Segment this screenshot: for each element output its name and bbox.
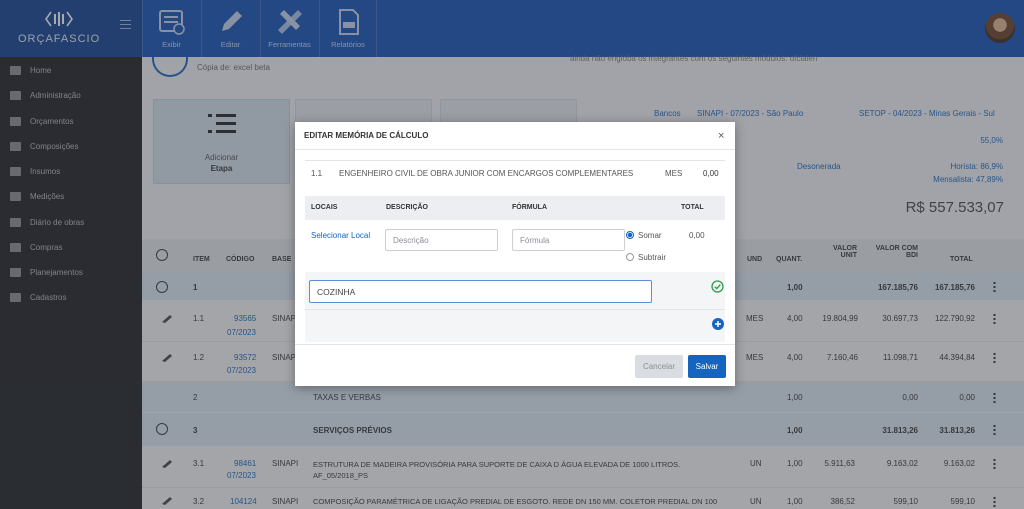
- row-total-value: 0,00: [689, 231, 705, 240]
- col-locais: LOCAIS: [311, 204, 338, 211]
- col-descricao: DESCRIÇÃO: [386, 204, 429, 211]
- description-input[interactable]: [385, 229, 498, 251]
- add-row-icon[interactable]: [712, 318, 724, 330]
- divider: [295, 344, 735, 345]
- radio-somar[interactable]: [626, 231, 634, 239]
- save-button[interactable]: Salvar: [688, 355, 726, 378]
- item-value: 0,00: [703, 169, 719, 178]
- calc-memory-modal: EDITAR MEMÓRIA DE CÁLCULO × 1.1 ENGENHEI…: [295, 122, 735, 386]
- item-number: 1.1: [311, 169, 323, 178]
- select-local-link[interactable]: Selecionar Local: [311, 231, 370, 240]
- divider: [305, 309, 725, 310]
- item-unit: MES: [665, 169, 683, 178]
- close-icon[interactable]: ×: [718, 130, 724, 142]
- confirm-check-icon[interactable]: [711, 280, 724, 293]
- radio-subtrair[interactable]: [626, 253, 634, 261]
- modal-title: EDITAR MEMÓRIA DE CÁLCULO: [304, 131, 429, 140]
- col-formula: FÓRMULA: [512, 204, 547, 211]
- formula-input[interactable]: [512, 229, 625, 251]
- divider: [305, 160, 725, 161]
- local-name-input[interactable]: [309, 280, 652, 303]
- divider: [295, 149, 735, 150]
- somar-label: Somar: [638, 231, 662, 240]
- col-total: TOTAL: [681, 204, 704, 211]
- subtrair-label: Subtrair: [638, 253, 667, 262]
- item-description: ENGENHEIRO CIVIL DE OBRA JUNIOR COM ENCA…: [339, 169, 634, 178]
- cancel-button[interactable]: Cancelar: [635, 355, 683, 378]
